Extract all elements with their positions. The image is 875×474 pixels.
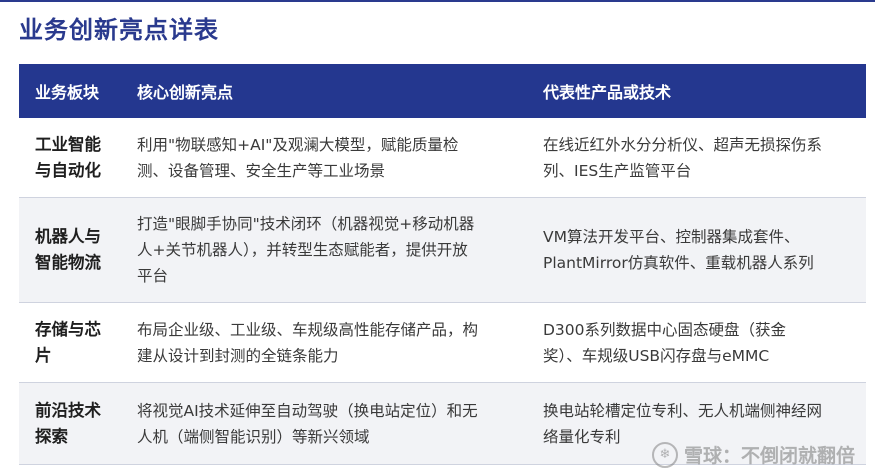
cell-line: VM算法开发平台、控制器集成套件、 bbox=[543, 228, 800, 246]
cell-line: 片 bbox=[35, 345, 52, 365]
cell-line: 与自动化 bbox=[35, 160, 101, 180]
cell-products: VM算法开发平台、控制器集成套件、 PlantMirror仿真软件、重载机器人系… bbox=[531, 224, 866, 276]
cell-innovation: 布局企业级、工业级、车规级高性能存储产品，构 建从设计到封测的全链条能力 bbox=[125, 317, 531, 369]
cell-line: 前沿技术 bbox=[35, 400, 101, 420]
cell-line: 人+关节机器人），并转型生态赋能者，提供开放 bbox=[137, 241, 468, 259]
cell-line: 人机（端侧智能识别）等新兴领域 bbox=[137, 427, 370, 446]
cell-line: 列、IES生产监管平台 bbox=[543, 161, 692, 180]
cell-line: 探索 bbox=[35, 426, 68, 446]
cell-line: 存储与芯 bbox=[35, 319, 101, 339]
cell-innovation: 将视觉AI技术延伸至自动驾驶（换电站定位）和无 人机（端侧智能识别）等新兴领域 bbox=[125, 398, 531, 450]
cell-line: 利用"物联感知+AI"及观澜大模型，赋能质量检 bbox=[137, 135, 459, 154]
table-header: 业务板块 核心创新亮点 代表性产品或技术 bbox=[19, 64, 866, 118]
header-products: 代表性产品或技术 bbox=[543, 83, 672, 102]
cell-sector: 机器人与 智能物流 bbox=[19, 224, 125, 276]
top-rule bbox=[0, 0, 875, 2]
cell-line: 测、设备管理、安全生产等工业场景 bbox=[137, 161, 386, 180]
cell-line: 在线近红外水分分析仪、超声无损探伤系 bbox=[543, 135, 823, 154]
table-row: 存储与芯 片 布局企业级、工业级、车规级高性能存储产品，构 建从设计到封测的全链… bbox=[19, 303, 866, 383]
watermark-text: 雪球：不倒闭就翻倍 bbox=[683, 445, 855, 467]
cell-line: 打造"眼脚手协同"技术闭环（机器视觉+移动机器 bbox=[137, 215, 475, 233]
innovation-table: 业务板块 核心创新亮点 代表性产品或技术 工业智能 与自动化 利用"物联感知+A… bbox=[19, 64, 866, 465]
cell-line: 将视觉AI技术延伸至自动驾驶（换电站定位）和无 bbox=[137, 401, 478, 420]
cell-innovation: 打造"眼脚手协同"技术闭环（机器视觉+移动机器 人+关节机器人），并转型生态赋能… bbox=[125, 211, 531, 289]
cell-line: 建从设计到封测的全链条能力 bbox=[137, 346, 339, 365]
header-sector: 业务板块 bbox=[35, 83, 100, 102]
cell-sector: 存储与芯 片 bbox=[19, 317, 125, 369]
cell-line: 换电站轮槽定位专利、无人机端侧神经网 bbox=[543, 401, 823, 420]
cell-products: 在线近红外水分分析仪、超声无损探伤系 列、IES生产监管平台 bbox=[531, 132, 866, 184]
watermark: ❄ 雪球：不倒闭就翻倍 bbox=[651, 441, 855, 468]
cell-line: D300系列数据中心固态硬盘（获金 bbox=[543, 320, 787, 339]
cell-line: PlantMirror仿真软件、重载机器人系列 bbox=[543, 254, 814, 272]
cell-line: 布局企业级、工业级、车规级高性能存储产品，构 bbox=[137, 320, 479, 339]
snowball-icon: ❄ bbox=[651, 441, 678, 468]
table-row: 机器人与 智能物流 打造"眼脚手协同"技术闭环（机器视觉+移动机器 人+关节机器… bbox=[19, 198, 866, 303]
cell-line: 奖）、车规级USB闪存盘与eMMC bbox=[543, 346, 770, 365]
cell-line: 机器人与 bbox=[35, 227, 101, 246]
table-row: 工业智能 与自动化 利用"物联感知+AI"及观澜大模型，赋能质量检 测、设备管理… bbox=[19, 118, 866, 198]
header-innovation: 核心创新亮点 bbox=[137, 83, 234, 102]
cell-innovation: 利用"物联感知+AI"及观澜大模型，赋能质量检 测、设备管理、安全生产等工业场景 bbox=[125, 132, 531, 184]
cell-sector: 工业智能 与自动化 bbox=[19, 132, 125, 184]
cell-line: 工业智能 bbox=[35, 134, 101, 154]
cell-line: 智能物流 bbox=[35, 253, 101, 272]
page-title: 业务创新亮点详表 bbox=[19, 16, 219, 44]
cell-products: D300系列数据中心固态硬盘（获金 奖）、车规级USB闪存盘与eMMC bbox=[531, 317, 866, 369]
cell-sector: 前沿技术 探索 bbox=[19, 398, 125, 450]
cell-line: 平台 bbox=[137, 267, 169, 285]
